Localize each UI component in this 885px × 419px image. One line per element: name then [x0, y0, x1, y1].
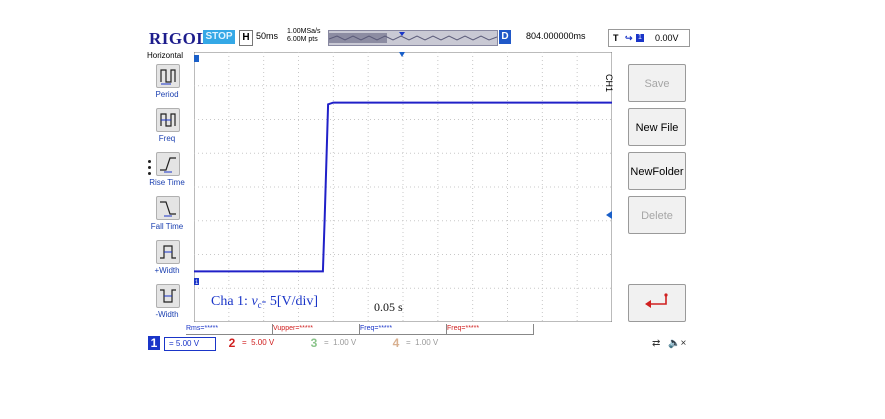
measure-label: +Width [154, 266, 180, 275]
measurement-freq-2: Freq=***** [447, 324, 534, 335]
usb-icon: ⇄ [652, 338, 661, 349]
trigger-level: 0.00V [655, 33, 679, 43]
oscilloscope-screen: RIGOL STOP H 50ms 1.00MSa/s 6.00M pts D … [146, 26, 692, 354]
measure-label: Fall Time [150, 222, 184, 231]
timebase-value[interactable]: 50ms [256, 31, 278, 41]
save-button[interactable]: Save [628, 64, 686, 102]
channel-annotation: Cha 1: vc- 5[V/div] [211, 294, 318, 310]
channel-3-button[interactable]: 3 [308, 336, 320, 350]
measure-menu: Horizontal Period Freq Rise Time Fall Ti… [146, 50, 188, 322]
measurement-vupper: Vupper=***** [273, 324, 360, 335]
channel-bar: 1 = 5.00 V 2 = 5.00 V 3 = 1.00 V 4 = 1.0… [146, 335, 692, 351]
channel-3-scale[interactable]: = 1.00 V [324, 337, 356, 349]
minus-width-icon [156, 284, 180, 308]
rise-time-icon [156, 152, 180, 176]
status-bar: RIGOL STOP H 50ms 1.00MSa/s 6.00M pts D … [146, 26, 692, 48]
timebase-label: H [239, 30, 253, 46]
waveform-display[interactable]: 1 Cha 1: vc- 5[V/div] 0.05 s [194, 52, 612, 322]
channel-4-button[interactable]: 4 [390, 336, 402, 350]
trigger-status[interactable]: T ↪ 1 0.00V [608, 29, 690, 47]
trigger-edge-icon: ↪ [625, 33, 633, 43]
measure-label: Rise Time [149, 178, 185, 187]
measure-label: Period [155, 90, 179, 99]
channel-1-scale[interactable]: = 5.00 V [164, 337, 216, 351]
measure-label: Freq [158, 134, 176, 143]
side-channel-label: CH1 [604, 74, 614, 93]
channel-4-scale[interactable]: = 1.00 V [406, 337, 438, 349]
new-folder-button[interactable]: NewFolder [628, 152, 686, 190]
measure-label: -Width [155, 310, 179, 319]
speaker-muted-icon[interactable]: 🔈× [668, 338, 686, 349]
delay-value[interactable]: 804.000000ms [526, 31, 586, 41]
measure-minus-width[interactable]: -Width [146, 282, 188, 324]
freq-icon [156, 108, 180, 132]
channel-2-scale[interactable]: = 5.00 V [242, 337, 274, 349]
channel-2-button[interactable]: 2 [226, 336, 238, 350]
measurement-freq: Freq=***** [360, 324, 447, 335]
memory-position-strip [328, 30, 498, 46]
trigger-label: T [613, 33, 619, 43]
brand-logo: RIGOL [149, 29, 209, 48]
measure-rise-time[interactable]: Rise Time [146, 150, 188, 192]
sample-rate-value: 1.00MSa/s [287, 28, 321, 35]
delete-button[interactable]: Delete [628, 196, 686, 234]
return-button[interactable] [628, 284, 686, 322]
return-arrow-icon [645, 293, 668, 308]
measure-plus-width[interactable]: +Width [146, 238, 188, 280]
measure-freq[interactable]: Freq [146, 106, 188, 148]
trigger-position-marker [194, 55, 199, 62]
menu-title: Horizontal [147, 51, 184, 60]
run-stop-status[interactable]: STOP [203, 30, 235, 44]
plus-width-icon [156, 240, 180, 264]
time-scale-annotation: 0.05 s [374, 300, 403, 314]
measure-period[interactable]: Period [146, 62, 188, 104]
delay-label: D [499, 30, 511, 44]
measure-fall-time[interactable]: Fall Time [146, 194, 188, 236]
memory-depth-value: 6.00M pts [287, 36, 318, 43]
measurement-rms: Rms=***** [186, 324, 273, 335]
fall-time-icon [156, 196, 180, 220]
sample-rate: 1.00MSa/s 6.00M pts [287, 28, 320, 44]
channel-1-button[interactable]: 1 [148, 336, 160, 350]
new-file-button[interactable]: New File [628, 108, 686, 146]
period-icon [156, 64, 180, 88]
memory-waveform-icon [328, 32, 498, 43]
trigger-channel-icon: 1 [636, 34, 644, 42]
